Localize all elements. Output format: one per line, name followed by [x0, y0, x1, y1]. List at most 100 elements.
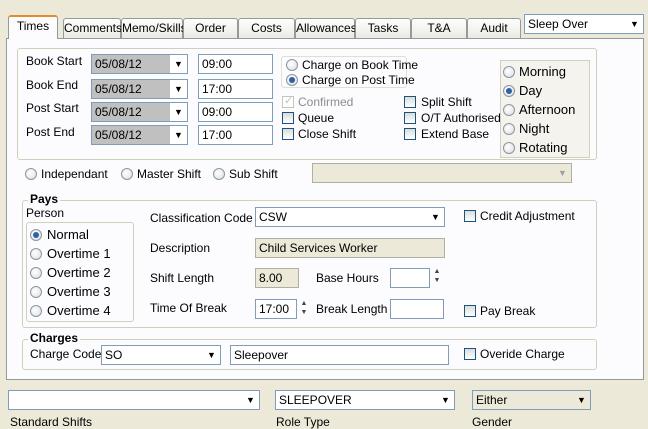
book-start-label: Book Start: [26, 54, 83, 68]
break-length-field[interactable]: [390, 299, 444, 319]
time-of-break-field[interactable]: 17:00: [255, 299, 297, 319]
chevron-down-icon[interactable]: ▼: [427, 208, 444, 226]
charge-on-post-radio[interactable]: [286, 74, 298, 86]
post-start-time[interactable]: 09:00: [198, 102, 273, 122]
tab-tasks[interactable]: Tasks: [355, 18, 411, 38]
book-start-date[interactable]: 05/08/12 ▼: [91, 54, 188, 74]
confirmed-label: Confirmed: [298, 95, 354, 109]
pay-break-label: Pay Break: [480, 304, 536, 318]
chevron-down-icon[interactable]: ▼: [573, 391, 590, 409]
close-shift-label: Close Shift: [298, 127, 357, 141]
ot-authorised-checkbox[interactable]: [404, 112, 416, 124]
chevron-down-icon[interactable]: ▼: [242, 391, 259, 409]
tab-memo-skills[interactable]: Memo/Skills: [121, 18, 187, 38]
book-end-time-value: 17:00: [202, 82, 233, 96]
spin-updown-icon[interactable]: ▲ ▼: [432, 267, 442, 285]
tab-comments[interactable]: Comments: [63, 18, 123, 38]
extend-base-label: Extend Base: [421, 127, 490, 141]
book-start-time[interactable]: 09:00: [198, 54, 273, 74]
description-field: Child Services Worker: [255, 238, 445, 258]
pay-overtime3-label: Overtime 3: [47, 284, 111, 299]
period-rotating-radio[interactable]: [503, 142, 515, 154]
classification-code-select[interactable]: CSW ▼: [255, 207, 445, 227]
tab-order[interactable]: Order: [183, 18, 238, 38]
period-rotating-label: Rotating: [519, 140, 568, 155]
post-end-label: Post End: [26, 125, 75, 139]
charge-on-book-radio[interactable]: [286, 59, 298, 71]
credit-adjustment-label: Credit Adjustment: [480, 209, 575, 223]
shift-type-value: Sleep Over: [528, 17, 589, 31]
chevron-down-icon[interactable]: ▼: [170, 80, 187, 98]
close-shift-checkbox[interactable]: [282, 128, 294, 140]
pay-overtime3-radio[interactable]: [30, 286, 42, 298]
chevron-down-icon[interactable]: ▼: [170, 126, 187, 144]
tab-label: Costs: [251, 21, 282, 35]
tab-label: Times: [16, 19, 50, 33]
spin-updown-icon[interactable]: ▲ ▼: [299, 299, 309, 317]
break-length-label: Break Length: [316, 302, 388, 316]
sub-shift-radio[interactable]: [213, 168, 225, 180]
tab-label: Order: [195, 21, 226, 35]
standard-shifts-select[interactable]: ▼: [8, 390, 260, 410]
period-night-radio[interactable]: [503, 123, 515, 135]
description-label: Description: [150, 241, 211, 255]
credit-adjustment-checkbox[interactable]: [464, 210, 476, 222]
shift-type-select[interactable]: Sleep Over ▼: [524, 14, 644, 34]
pay-break-checkbox[interactable]: [464, 305, 476, 317]
gender-select[interactable]: Either ▼: [472, 390, 591, 410]
chevron-down-icon[interactable]: ▼: [437, 391, 454, 409]
charge-description-value: Sleepover: [234, 348, 289, 362]
post-end-date[interactable]: 05/08/12 ▼: [91, 125, 188, 145]
gender-value: Either: [476, 393, 508, 407]
pay-normal-radio[interactable]: [30, 229, 42, 241]
charges-title: Charges: [28, 331, 81, 345]
split-shift-checkbox[interactable]: [404, 96, 416, 108]
charge-on-post-label: Charge on Post Time: [302, 73, 415, 87]
tab-label: Tasks: [367, 21, 399, 35]
description-value: Child Services Worker: [259, 241, 378, 255]
tab-times[interactable]: Times: [8, 15, 58, 39]
tab-allowances[interactable]: Allowances: [295, 18, 357, 38]
split-shift-label: Split Shift: [421, 95, 472, 109]
tab-costs[interactable]: Costs: [238, 18, 295, 38]
tab-ta[interactable]: T&A: [411, 18, 467, 38]
chevron-down-icon[interactable]: ▼: [554, 164, 571, 182]
master-shift-select[interactable]: ▼: [312, 163, 572, 183]
pay-overtime4-radio[interactable]: [30, 305, 42, 317]
pay-overtime1-radio[interactable]: [30, 248, 42, 260]
tab-label: Memo/Skills: [122, 21, 187, 35]
post-end-date-value: 05/08/12: [95, 128, 142, 142]
ot-authorised-label: O/T Authorised: [421, 111, 501, 125]
charge-description-field[interactable]: Sleepover: [230, 345, 449, 365]
time-of-break-label: Time Of Break: [150, 301, 227, 315]
role-type-select[interactable]: SLEEPOVER ▼: [275, 390, 455, 410]
override-charge-checkbox[interactable]: [464, 348, 476, 360]
master-shift-radio[interactable]: [121, 168, 133, 180]
person-label: Person: [26, 206, 65, 220]
base-hours-field[interactable]: [390, 268, 430, 288]
chevron-down-icon[interactable]: ▼: [203, 346, 220, 364]
tab-audit[interactable]: Audit: [467, 18, 521, 38]
post-end-time[interactable]: 17:00: [198, 125, 273, 145]
independant-radio[interactable]: [25, 168, 37, 180]
charge-code-select[interactable]: SO ▼: [101, 345, 221, 365]
book-end-date[interactable]: 05/08/12 ▼: [91, 79, 188, 99]
confirmed-checkbox[interactable]: [282, 94, 294, 108]
pay-overtime1-label: Overtime 1: [47, 246, 111, 261]
post-start-date[interactable]: 05/08/12 ▼: [91, 102, 188, 122]
chevron-down-icon[interactable]: ▼: [170, 103, 187, 121]
extend-base-checkbox[interactable]: [404, 128, 416, 140]
queue-checkbox[interactable]: [282, 112, 294, 124]
book-end-time[interactable]: 17:00: [198, 79, 273, 99]
period-afternoon-radio[interactable]: [503, 104, 515, 116]
period-morning-radio[interactable]: [503, 66, 515, 78]
period-day-radio[interactable]: [503, 85, 515, 97]
classification-code-label: Classification Code: [150, 211, 253, 225]
chevron-down-icon[interactable]: ▼: [626, 15, 643, 33]
gender-label: Gender: [472, 415, 513, 429]
tab-label: Comments: [64, 21, 123, 35]
chevron-down-icon[interactable]: ▼: [170, 55, 187, 73]
classification-code-value: CSW: [259, 210, 287, 224]
pay-overtime2-label: Overtime 2: [47, 265, 111, 280]
pay-overtime2-radio[interactable]: [30, 267, 42, 279]
